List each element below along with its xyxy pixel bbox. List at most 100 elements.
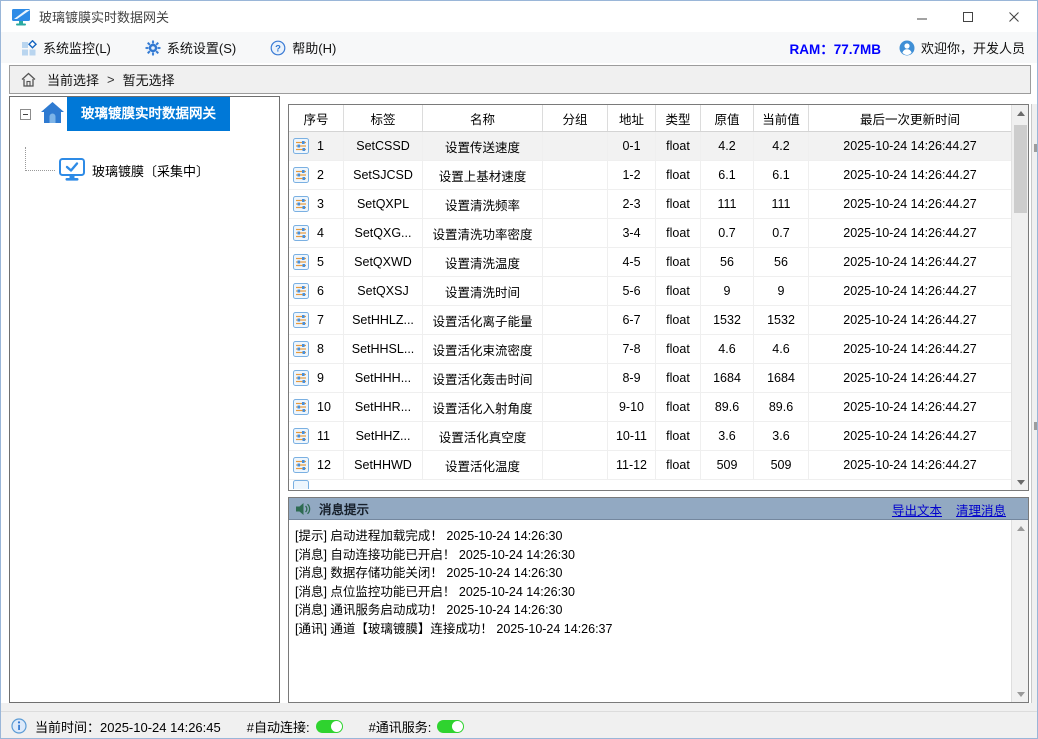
menu-system-settings[interactable]: 系统设置(S) — [139, 35, 242, 60]
tree-root-node[interactable]: 玻璃镀膜实时数据网关 — [67, 97, 230, 131]
point-icon — [293, 428, 309, 444]
cell-name: 设置清洗频率 — [423, 190, 543, 218]
point-icon — [293, 457, 309, 473]
cell-current-value: 4.2 — [754, 132, 809, 160]
point-icon — [293, 138, 309, 154]
scroll-up-icon[interactable] — [1012, 105, 1029, 121]
tree-child-node[interactable]: 玻璃镀膜〔采集中〕 — [92, 161, 209, 180]
close-button[interactable] — [991, 1, 1037, 32]
current-time: 当前时间：2025-10-24 14:26:45 — [35, 717, 221, 736]
export-text-link[interactable]: 导出文本 — [892, 500, 942, 519]
cell-update-time: 2025-10-24 14:26:44.27 — [809, 161, 1011, 189]
auto-connect-toggle[interactable] — [316, 720, 343, 733]
breadcrumb-separator: > — [107, 72, 115, 87]
cell-original-value: 3.6 — [701, 422, 754, 450]
point-icon — [293, 399, 309, 415]
cell-group — [543, 422, 608, 450]
menu-label: 系统监控(L) — [43, 38, 111, 57]
column-header[interactable]: 分组 — [543, 105, 608, 131]
cell-group — [543, 393, 608, 421]
cell-address: 1-2 — [608, 161, 656, 189]
tree-collapse-toggle[interactable] — [20, 109, 31, 120]
table-row[interactable]: 11 SetHHZ... 设置活化真空度 10-11 float 3.6 3.6… — [289, 422, 1011, 451]
maximize-icon — [962, 11, 974, 23]
cell-update-time: 2025-10-24 14:26:44.27 — [809, 393, 1011, 421]
point-icon — [293, 196, 309, 212]
table-row[interactable]: 4 SetQXG... 设置清洗功率密度 3-4 float 0.7 0.7 2… — [289, 219, 1011, 248]
menu-help[interactable]: ? 帮助(H) — [264, 35, 342, 60]
cell-tag: SetCSSD — [344, 132, 423, 160]
column-header[interactable]: 地址 — [608, 105, 656, 131]
row-number: 11 — [317, 429, 330, 443]
cell-address: 3-4 — [608, 219, 656, 247]
tree-home-icon — [40, 101, 65, 124]
scroll-up-icon[interactable] — [1012, 520, 1029, 536]
column-header[interactable]: 序号 — [289, 105, 344, 131]
cell-tag: SetQXWD — [344, 248, 423, 276]
maximize-button[interactable] — [945, 1, 991, 32]
cell-current-value: 3.6 — [754, 422, 809, 450]
cell-update-time: 2025-10-24 14:26:44.27 — [809, 364, 1011, 392]
table-row[interactable]: 5 SetQXWD 设置清洗温度 4-5 float 56 56 2025-10… — [289, 248, 1011, 277]
cell-original-value: 509 — [701, 451, 754, 479]
cell-type: float — [656, 248, 701, 276]
column-header[interactable]: 最后一次更新时间 — [809, 105, 1011, 131]
message-list[interactable]: [提示] 启动进程加载完成！ 2025-10-24 14:26:30 [消息] … — [289, 520, 1011, 702]
cell-name: 设置传送速度 — [423, 132, 543, 160]
row-number: 4 — [317, 226, 324, 240]
table-scrollbar[interactable] — [1011, 105, 1028, 490]
cell-type: float — [656, 190, 701, 218]
table-row[interactable]: 2 SetSJCSD 设置上基材速度 1-2 float 6.1 6.1 202… — [289, 161, 1011, 190]
comm-service-status: #通讯服务: — [369, 717, 465, 736]
comm-service-label: #通讯服务: — [369, 717, 432, 736]
column-header[interactable]: 标签 — [344, 105, 423, 131]
table-row[interactable]: 8 SetHHSL... 设置活化束流密度 7-8 float 4.6 4.6 … — [289, 335, 1011, 364]
cell-update-time: 2025-10-24 14:26:44.27 — [809, 277, 1011, 305]
menu-system-monitor[interactable]: 系统监控(L) — [15, 35, 117, 60]
comm-service-toggle[interactable] — [437, 720, 464, 733]
cell-original-value: 1532 — [701, 306, 754, 334]
message-panel-header: 消息提示 导出文本 清理消息 — [289, 498, 1028, 520]
column-header[interactable]: 名称 — [423, 105, 543, 131]
scrollbar-thumb[interactable] — [1014, 125, 1027, 213]
scroll-down-icon[interactable] — [1012, 686, 1029, 702]
cell-name: 设置活化束流密度 — [423, 335, 543, 363]
cell-update-time: 2025-10-24 14:26:44.27 — [809, 451, 1011, 479]
table-row[interactable]: 10 SetHHR... 设置活化入射角度 9-10 float 89.6 89… — [289, 393, 1011, 422]
table-row[interactable]: 7 SetHHLZ... 设置活化离子能量 6-7 float 1532 153… — [289, 306, 1011, 335]
table-row[interactable]: 3 SetQXPL 设置清洗频率 2-3 float 111 111 2025-… — [289, 190, 1011, 219]
table-row[interactable]: 1 SetCSSD 设置传送速度 0-1 float 4.2 4.2 2025-… — [289, 132, 1011, 161]
table-row[interactable]: 9 SetHHH... 设置活化轰击时间 8-9 float 1684 1684… — [289, 364, 1011, 393]
scroll-down-icon[interactable] — [1012, 474, 1029, 490]
cell-tag: SetQXSJ — [344, 277, 423, 305]
cell-tag: SetHHWD — [344, 451, 423, 479]
column-header[interactable]: 类型 — [656, 105, 701, 131]
minimize-button[interactable] — [899, 1, 945, 32]
user-icon — [899, 40, 915, 56]
breadcrumb-label: 当前选择 — [47, 70, 99, 89]
column-header[interactable]: 当前值 — [754, 105, 809, 131]
row-number: 10 — [317, 400, 331, 414]
cell-current-value: 1532 — [754, 306, 809, 334]
gear-icon — [145, 40, 161, 56]
speaker-icon — [295, 502, 311, 516]
close-icon — [1008, 11, 1020, 23]
message-scrollbar[interactable] — [1011, 520, 1028, 702]
cell-type: float — [656, 219, 701, 247]
home-icon[interactable] — [20, 71, 37, 88]
row-number: 9 — [317, 371, 324, 385]
cell-type: float — [656, 132, 701, 160]
clear-messages-link[interactable]: 清理消息 — [956, 500, 1006, 519]
cell-group — [543, 277, 608, 305]
cell-original-value: 1684 — [701, 364, 754, 392]
minimize-icon — [916, 11, 928, 23]
cell-type: float — [656, 306, 701, 334]
breadcrumb: 当前选择 > 暂无选择 — [9, 65, 1031, 94]
cell-original-value: 0.7 — [701, 219, 754, 247]
cell-group — [543, 161, 608, 189]
table-row[interactable]: 6 SetQXSJ 设置清洗时间 5-6 float 9 9 2025-10-2… — [289, 277, 1011, 306]
table-row[interactable]: 12 SetHHWD 设置活化温度 11-12 float 509 509 20… — [289, 451, 1011, 480]
cell-address: 2-3 — [608, 190, 656, 218]
cell-name: 设置上基材速度 — [423, 161, 543, 189]
column-header[interactable]: 原值 — [701, 105, 754, 131]
